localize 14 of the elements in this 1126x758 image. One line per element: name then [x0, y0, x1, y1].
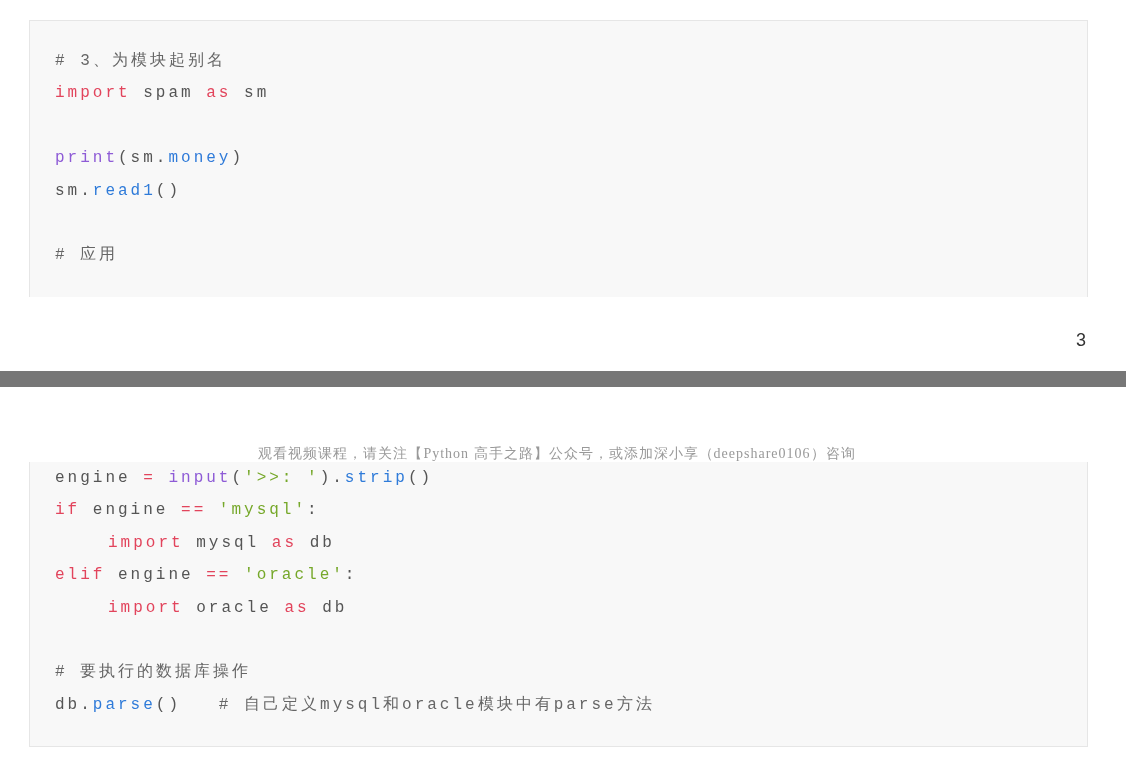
code-line: import spam as sm	[55, 83, 271, 105]
code-line: engine = input('>>: ').strip()	[55, 468, 435, 489]
code-line: if engine == 'mysql':	[55, 500, 321, 522]
page-number: 3	[1076, 329, 1086, 352]
page-header: 观看视频课程，请关注【Python 高手之路】公众号，或添加深小享（deepshare0106）咨询	[258, 446, 856, 462]
code-line: db.parse() # 自己定义mysql和oracle模块中有parse方法	[55, 694, 656, 716]
code-line: sm.read1()	[55, 180, 183, 202]
code-line: # 要执行的数据库操作	[55, 661, 253, 684]
code-line: # 3、为模块起别名	[55, 51, 227, 72]
code-line: # 应用	[55, 244, 120, 267]
code-line: elif engine == 'oracle':	[55, 565, 359, 587]
code-line: import mysql as db	[107, 532, 336, 554]
code-line: print(sm.money)	[55, 148, 246, 170]
code-line: import oracle as db	[107, 597, 349, 619]
